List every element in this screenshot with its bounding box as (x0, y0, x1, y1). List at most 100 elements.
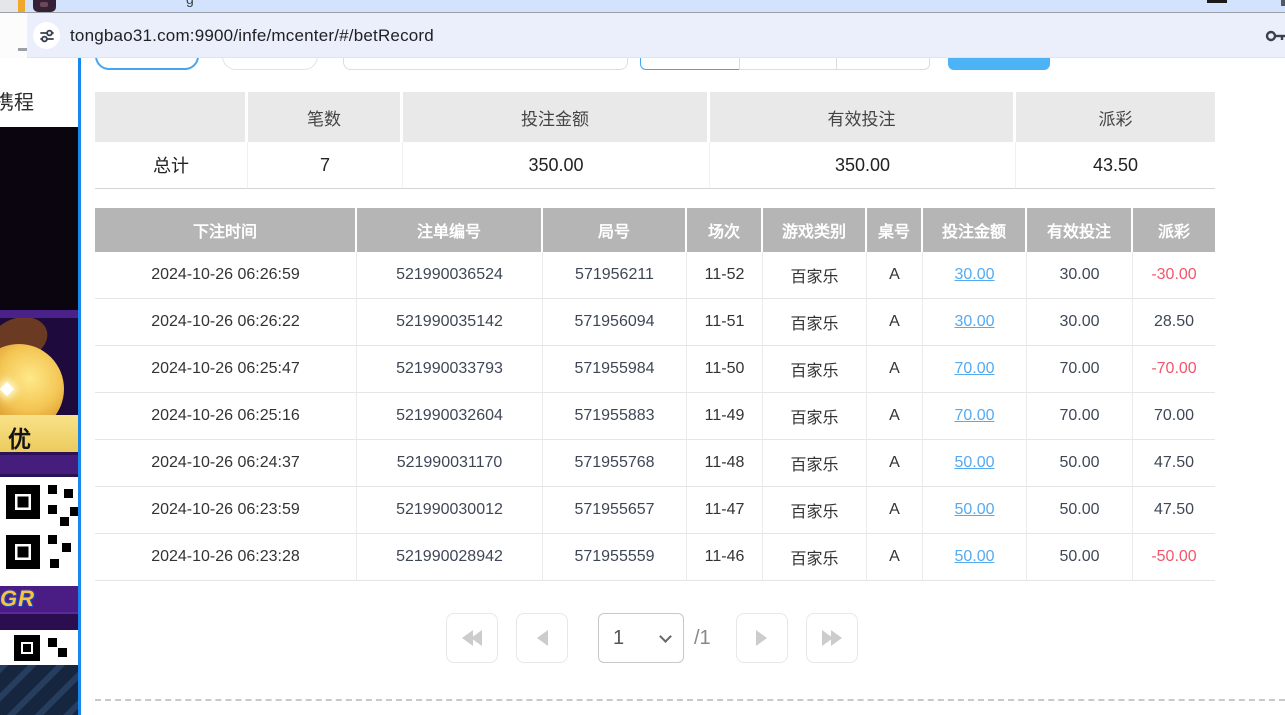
window-edge (78, 56, 81, 715)
qr-code (0, 477, 78, 578)
key-icon[interactable] (1265, 26, 1285, 46)
bet-header-row: 下注时间 注单编号 局号 场次 游戏类别 桌号 投注金额 有效投注 派彩 (95, 208, 1215, 252)
search-button[interactable] (948, 58, 1050, 70)
qr-finder-pattern (6, 485, 40, 519)
next-page-button[interactable] (736, 613, 788, 663)
summary-header-count: 笔数 (248, 92, 403, 142)
bet-game-cell: 百家乐 (763, 487, 867, 534)
site-settings-button[interactable] (33, 22, 60, 49)
bet-header-bet-amount: 投注金额 (923, 208, 1027, 252)
bet-amount-link[interactable]: 70.00 (954, 407, 994, 425)
tab-favicon[interactable] (33, 0, 56, 12)
bet-time-cell: 2024-10-26 06:26:59 (95, 252, 357, 299)
address-bar[interactable]: tongbao31.com:9900/infe/mcenter/#/betRec… (27, 13, 1285, 58)
bet-amount-link[interactable]: 30.00 (954, 266, 994, 284)
background-window-header: 携程 (0, 58, 78, 127)
summary-total-count: 7 (248, 142, 403, 189)
bet-table-no-cell: A (867, 440, 923, 487)
bet-amount-link-cell[interactable]: 30.00 (923, 252, 1027, 299)
bet-table-no-cell: A (867, 393, 923, 440)
bet-amount-link[interactable]: 30.00 (954, 313, 994, 331)
bet-time-cell: 2024-10-26 06:25:47 (95, 346, 357, 393)
bet-header-time: 下注时间 (95, 208, 357, 252)
background-window-fragment (0, 0, 18, 13)
qr-code-2 (0, 630, 72, 665)
previous-page-button[interactable] (516, 613, 568, 663)
bet-session-cell: 11-48 (687, 440, 763, 487)
promo-band (0, 452, 78, 477)
background-window: 携程 优 GR (0, 58, 78, 715)
bet-session-cell: 11-46 (687, 534, 763, 581)
bet-amount-link-cell[interactable]: 70.00 (923, 393, 1027, 440)
bet-round-cell: 571955657 (543, 487, 687, 534)
first-page-button[interactable] (446, 613, 498, 663)
bet-amount-link-cell[interactable]: 50.00 (923, 440, 1027, 487)
filter-button[interactable] (222, 58, 318, 70)
segment[interactable] (739, 58, 837, 70)
segment-active[interactable] (640, 58, 740, 70)
background-window-fragment (0, 13, 27, 58)
bet-table-no-cell: A (867, 252, 923, 299)
tab-title[interactable]: g (186, 0, 194, 7)
bet-order-cell: 521990028942 (357, 534, 543, 581)
segment[interactable] (836, 58, 930, 70)
bet-time-cell: 2024-10-26 06:23:59 (95, 487, 357, 534)
page-select[interactable]: 1 (598, 613, 684, 663)
bet-amount-link-cell[interactable]: 50.00 (923, 487, 1027, 534)
bet-header-game-type: 游戏类别 (763, 208, 867, 252)
bet-round-cell: 571955559 (543, 534, 687, 581)
pagination: 1 /1 (446, 613, 858, 663)
page-select-wrap: 1 (598, 613, 684, 663)
bet-amount-link[interactable]: 50.00 (954, 548, 994, 566)
screen: 笔数 投注金额 有效投注 派彩 总计 7 350.00 350.00 43.50… (0, 0, 1285, 715)
summary-total-payout: 43.50 (1016, 142, 1215, 189)
bet-order-cell: 521990031170 (357, 440, 543, 487)
bet-time-cell: 2024-10-26 06:25:16 (95, 393, 357, 440)
valid-bet-cell: 30.00 (1027, 299, 1133, 346)
bet-amount-link[interactable]: 50.00 (954, 454, 994, 472)
promo-band-2 (0, 612, 78, 630)
bottom-divider (95, 699, 1285, 701)
summary-total-valid-bet: 350.00 (710, 142, 1016, 189)
bet-time-cell: 2024-10-26 06:24:37 (95, 440, 357, 487)
browser-tab-strip: g (0, 0, 1285, 13)
bet-header-session: 场次 (687, 208, 763, 252)
summary-header-valid-bet: 有效投注 (710, 92, 1016, 142)
valid-bet-cell: 70.00 (1027, 393, 1133, 440)
summary-header-row: 笔数 投注金额 有效投注 派彩 (95, 92, 1215, 142)
valid-bet-cell: 50.00 (1027, 534, 1133, 581)
summary-total-label: 总计 (95, 142, 248, 189)
payout-cell: 28.50 (1133, 299, 1215, 346)
bet-amount-link-cell[interactable]: 70.00 (923, 346, 1027, 393)
bet-amount-link[interactable]: 70.00 (954, 360, 994, 378)
bet-amount-link-cell[interactable]: 30.00 (923, 299, 1027, 346)
date-range-input[interactable] (343, 58, 628, 70)
total-pages-label: /1 (694, 627, 711, 650)
right-arrow-icon (756, 630, 767, 646)
qr-finder-pattern (6, 535, 40, 569)
last-page-button[interactable] (806, 613, 858, 663)
table-row: 2024-10-26 06:26:59 521990036524 5719562… (95, 252, 1215, 299)
payout-cell: -70.00 (1133, 346, 1215, 393)
bet-amount-link[interactable]: 50.00 (954, 501, 994, 519)
close-button-fragment[interactable] (1281, 0, 1285, 6)
bet-header-round-no: 局号 (543, 208, 687, 252)
bet-round-cell: 571955768 (543, 440, 687, 487)
bet-game-cell: 百家乐 (763, 346, 867, 393)
filter-button-active[interactable] (95, 58, 199, 70)
url-text[interactable]: tongbao31.com:9900/infe/mcenter/#/betRec… (70, 13, 434, 58)
payout-cell: 47.50 (1133, 440, 1215, 487)
promo-badge-text: 优 (8, 420, 31, 454)
promo-stripe (0, 310, 78, 318)
valid-bet-cell: 30.00 (1027, 252, 1133, 299)
background-window-fragment (18, 0, 25, 12)
bet-round-cell: 571955984 (543, 346, 687, 393)
bet-game-cell: 百家乐 (763, 534, 867, 581)
maximize-button-fragment[interactable] (1207, 0, 1227, 3)
bet-amount-link-cell[interactable]: 50.00 (923, 534, 1027, 581)
tune-icon (38, 27, 56, 45)
table-row: 2024-10-26 06:23:28 521990028942 5719555… (95, 534, 1215, 581)
summary-table: 笔数 投注金额 有效投注 派彩 总计 7 350.00 350.00 43.50 (95, 92, 1215, 189)
summary-header-bet-amount: 投注金额 (403, 92, 710, 142)
left-arrow-icon (537, 630, 548, 646)
